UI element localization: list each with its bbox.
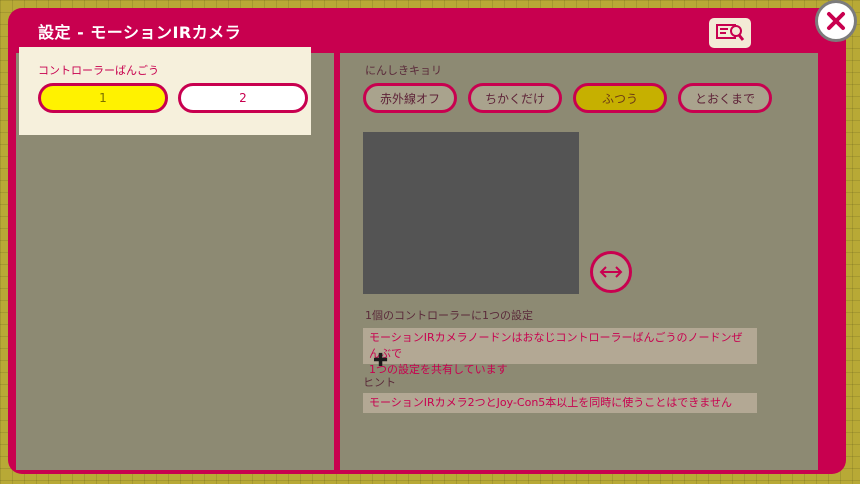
swap-button[interactable] <box>590 251 632 293</box>
controller-option-2[interactable]: 2 <box>178 83 308 113</box>
hint-text: モーションIRカメラ2つとJoy-Con5本以上を同時に使うことはできません <box>369 396 732 409</box>
distance-option-ir-off[interactable]: 赤外線オフ <box>363 83 457 113</box>
hint-box: モーションIRカメラ2つとJoy-Con5本以上を同時に使うことはできません <box>363 393 757 413</box>
hint-heading: ヒント <box>363 376 396 389</box>
controller-number-label: コントローラーばんごう <box>38 64 159 77</box>
dialog-title: 設定 - モーションIRカメラ <box>38 23 242 42</box>
cursor-icon: ✚ <box>373 350 389 371</box>
close-button[interactable] <box>815 0 857 42</box>
recognition-distance-label: にんしきキョリ <box>365 64 442 77</box>
distance-option-normal[interactable]: ふつう <box>573 83 667 113</box>
info-heading: 1個のコントローラーに1つの設定 <box>365 309 533 322</box>
search-screen-icon <box>716 24 745 41</box>
search-button[interactable] <box>709 18 751 48</box>
info-line-2: 1つの設定を共有しています <box>369 363 508 376</box>
swap-horizontal-icon <box>599 266 623 278</box>
distance-option-far[interactable]: とおくまで <box>678 83 772 113</box>
distance-option-near-only[interactable]: ちかくだけ <box>468 83 562 113</box>
close-icon <box>827 12 845 30</box>
info-box: モーションIRカメラノードンはおなじコントローラーばんごうのノードンぜんぶで 1… <box>363 328 757 376</box>
controller-option-1[interactable]: 1 <box>38 83 168 113</box>
info-line-1: モーションIRカメラノードンはおなじコントローラーばんごうのノードンぜんぶで <box>369 331 743 360</box>
ir-camera-view <box>363 132 579 294</box>
